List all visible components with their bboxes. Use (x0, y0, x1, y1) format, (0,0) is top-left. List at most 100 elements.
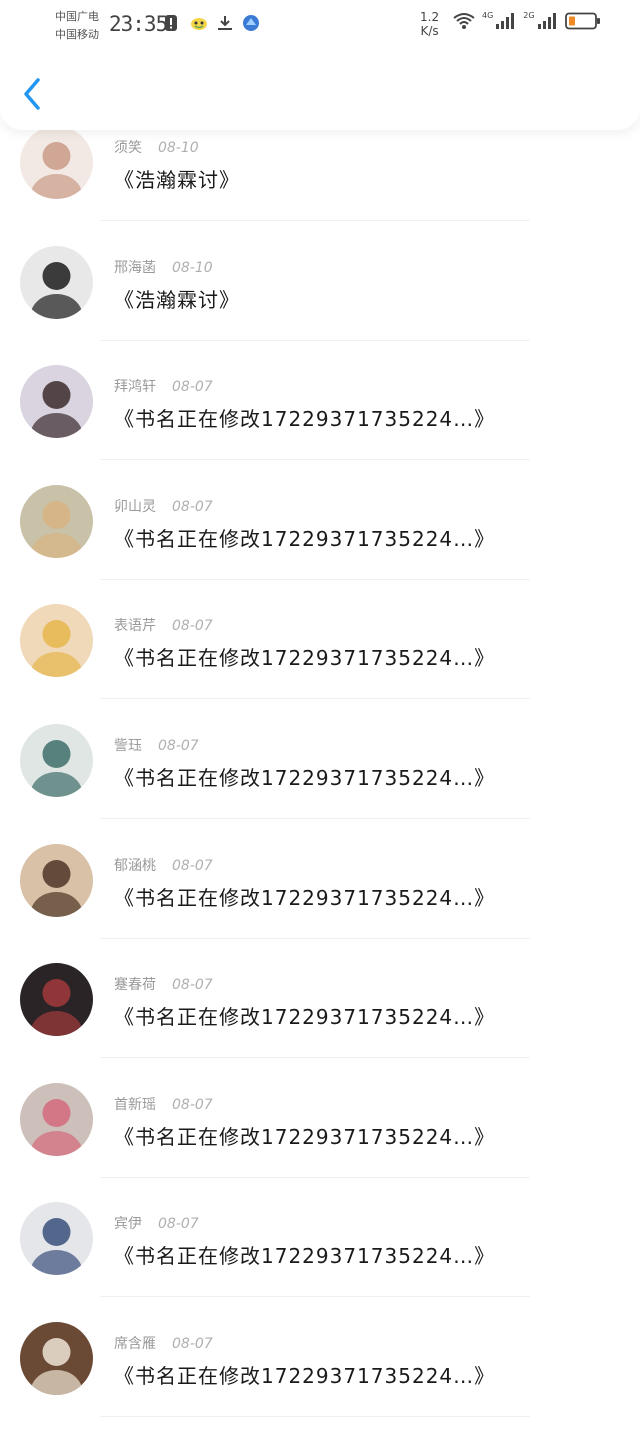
divider (100, 578, 530, 580)
comment-text[interactable]: 《书名正在修改17229371735224…》 (114, 882, 495, 911)
comment-text[interactable]: 《书名正在修改17229371735224…》 (114, 762, 495, 791)
comment-item[interactable]: 訾珏 08-07 《书名正在修改17229371735224…》 (0, 718, 640, 838)
comment-text[interactable]: 《书名正在修改17229371735224…》 (114, 1240, 495, 1269)
net-speed-value: 1.2 (420, 10, 440, 24)
comment-meta: 訾珏 08-07 (114, 735, 199, 755)
comment-meta: 首新瑶 08-07 (114, 1094, 213, 1114)
avatar[interactable] (20, 245, 93, 319)
comment-text[interactable]: 《书名正在修改17229371735224…》 (114, 642, 495, 671)
net-speed-unit: K/s (420, 24, 439, 38)
battery-icon (564, 12, 601, 30)
divider (100, 1296, 530, 1298)
user-name[interactable]: 卯山灵 (114, 499, 156, 515)
comment-meta: 蹇春荷 08-07 (114, 974, 213, 994)
comment-text[interactable]: 《书名正在修改17229371735224…》 (114, 523, 495, 552)
avatar[interactable] (20, 843, 93, 917)
divider (100, 1176, 530, 1178)
comment-text[interactable]: 《浩瀚霖讨》 (114, 284, 240, 313)
download-icon (216, 14, 234, 32)
comment-item[interactable]: 首新瑶 08-07 《书名正在修改17229371735224…》 (0, 1077, 640, 1197)
user-name[interactable]: 訾珏 (114, 738, 142, 754)
avatar[interactable] (20, 1082, 93, 1156)
network-speed: 1.2 K/s (420, 10, 439, 38)
divider (100, 220, 530, 221)
avatar[interactable] (20, 484, 93, 558)
comment-meta: 须笑 08-10 (114, 137, 199, 157)
comment-text[interactable]: 《书名正在修改17229371735224…》 (114, 403, 495, 432)
signal-4g-label: 4G (482, 10, 494, 20)
status-icons-left (164, 14, 260, 32)
comment-item[interactable]: 席含雁 08-07 《书名正在修改17229371735224…》 (0, 1316, 640, 1436)
comment-meta: 拜鸿轩 08-07 (114, 376, 213, 396)
comment-item[interactable]: 拜鸿轩 08-07 《书名正在修改17229371735224…》 (0, 359, 640, 479)
user-name[interactable]: 席含雁 (114, 1336, 156, 1352)
comment-item[interactable]: 蹇春荷 08-07 《书名正在修改17229371735224…》 (0, 957, 640, 1077)
comment-list: 须笑 08-10 《浩瀚霖讨》 邢海菡 08-10 《浩瀚霖讨》 拜鸿轩 08-07 《书名正在… (0, 120, 640, 1436)
chevron-left-icon (18, 78, 48, 116)
wifi-icon (452, 12, 476, 30)
notification-icon (164, 14, 182, 32)
user-name[interactable]: 拜鸿轩 (114, 379, 156, 395)
comment-item[interactable]: 宾伊 08-07 《书名正在修改17229371735224…》 (0, 1196, 640, 1316)
comment-meta: 郁涵桃 08-07 (114, 855, 213, 875)
comment-date: 08-07 (172, 498, 213, 515)
comment-date: 08-07 (172, 857, 213, 874)
avatar[interactable] (20, 963, 93, 1037)
comment-text[interactable]: 《书名正在修改17229371735224…》 (114, 1360, 495, 1389)
comment-meta: 席含雁 08-07 (114, 1333, 213, 1353)
comment-item[interactable]: 邢海菡 08-10 《浩瀚霖讨》 (0, 240, 640, 360)
avatar[interactable] (20, 723, 93, 797)
avatar[interactable] (20, 365, 93, 439)
comment-text[interactable]: 《书名正在修改17229371735224…》 (114, 1121, 495, 1150)
status-time: 23:35 (109, 12, 168, 36)
divider (100, 817, 530, 819)
comment-item[interactable]: 卯山灵 08-07 《书名正在修改17229371735224…》 (0, 479, 640, 599)
user-name[interactable]: 邢海菡 (114, 260, 156, 276)
comment-meta: 宾伊 08-07 (114, 1213, 199, 1233)
comment-text[interactable]: 《浩瀚霖讨》 (114, 164, 240, 193)
avatar[interactable] (20, 126, 93, 199)
comment-meta: 邢海菡 08-10 (114, 257, 213, 277)
status-icons-right: 4G 2G (452, 10, 601, 30)
carrier-info: 中国广电 中国移动 (55, 8, 99, 44)
signal-2g-label: 2G (523, 10, 535, 20)
avatar[interactable] (20, 1202, 93, 1276)
user-name[interactable]: 须笑 (114, 140, 142, 156)
top-nav (0, 48, 640, 130)
back-button[interactable] (18, 76, 48, 112)
chat-app-icon (190, 14, 208, 32)
comment-date: 08-07 (172, 379, 213, 396)
divider (100, 937, 530, 939)
comment-meta: 表语芹 08-07 (114, 615, 213, 635)
user-name[interactable]: 表语芹 (114, 618, 156, 634)
comment-date: 08-07 (172, 1096, 213, 1113)
signal-4g-icon (495, 12, 517, 30)
comment-date: 08-07 (172, 977, 213, 994)
app-icon (242, 14, 260, 32)
divider (100, 1057, 530, 1059)
user-name[interactable]: 首新瑶 (114, 1097, 156, 1113)
comment-date: 08-07 (172, 1335, 213, 1352)
comment-date: 08-10 (172, 259, 213, 276)
divider (100, 698, 530, 700)
comment-item[interactable]: 郁涵桃 08-07 《书名正在修改17229371735224…》 (0, 838, 640, 958)
avatar[interactable] (20, 604, 93, 678)
comment-date: 08-10 (158, 140, 199, 156)
divider (100, 459, 530, 461)
comment-date: 08-07 (172, 618, 213, 635)
carrier-line-2: 中国移动 (55, 28, 99, 41)
divider (100, 339, 530, 341)
carrier-line-1: 中国广电 (55, 10, 99, 23)
comment-item[interactable]: 表语芹 08-07 《书名正在修改17229371735224…》 (0, 598, 640, 718)
comment-date: 08-07 (158, 737, 199, 754)
status-bar: 中国广电 中国移动 23:35 1.2 K/s 4G 2G (0, 0, 640, 48)
user-name[interactable]: 郁涵桃 (114, 858, 156, 874)
divider (100, 1415, 530, 1417)
comment-item[interactable]: 须笑 08-10 《浩瀚霖讨》 (0, 120, 640, 240)
comment-text[interactable]: 《书名正在修改17229371735224…》 (114, 1001, 495, 1030)
user-name[interactable]: 蹇春荷 (114, 977, 156, 993)
user-name[interactable]: 宾伊 (114, 1216, 142, 1232)
signal-2g-icon (537, 12, 559, 30)
avatar[interactable] (20, 1321, 93, 1395)
comment-meta: 卯山灵 08-07 (114, 496, 213, 516)
